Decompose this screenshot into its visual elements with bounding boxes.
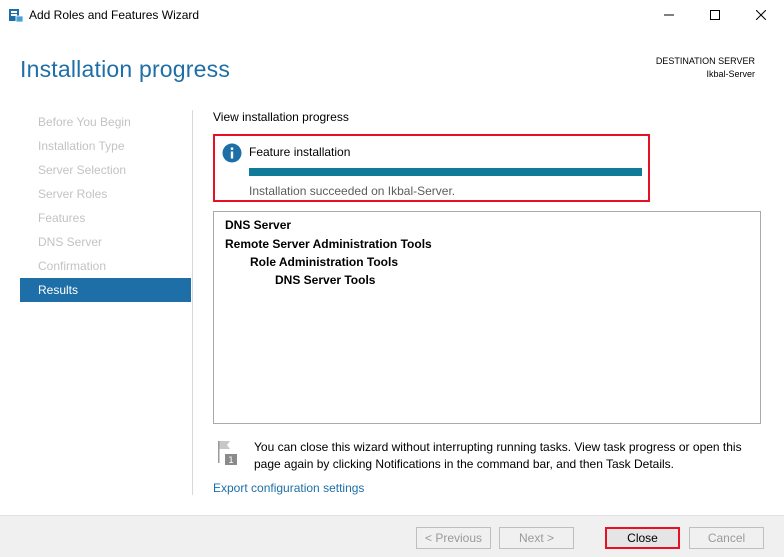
title-bar: Add Roles and Features Wizard — [0, 0, 784, 30]
nav-item-results[interactable]: Results — [20, 278, 191, 302]
result-item-role-admin-tools: Role Administration Tools — [250, 255, 399, 269]
window-close-button[interactable] — [738, 0, 784, 30]
svg-text:1: 1 — [228, 456, 234, 466]
feature-installation-label: Feature installation — [249, 145, 351, 159]
close-button[interactable]: Close — [605, 527, 680, 549]
window-title: Add Roles and Features Wizard — [29, 8, 200, 22]
nav-item-installation-type: Installation Type — [38, 139, 125, 153]
nav-divider — [192, 110, 193, 495]
previous-button[interactable]: < Previous — [416, 527, 491, 549]
notification-flag-icon: 1 — [218, 441, 237, 466]
close-wizard-notice: You can close this wizard without interr… — [254, 440, 742, 471]
export-configuration-link[interactable]: Export configuration settings — [213, 481, 364, 495]
result-item-dns-server-tools: DNS Server Tools — [275, 273, 376, 287]
page-title: Installation progress — [20, 56, 231, 82]
nav-item-server-selection: Server Selection — [38, 163, 127, 177]
result-item-dns-server: DNS Server — [225, 218, 292, 232]
nav-item-dns-server: DNS Server — [38, 235, 103, 249]
progress-panel: Feature installation Installation succee… — [213, 134, 650, 202]
cancel-button[interactable]: Cancel — [689, 527, 764, 549]
info-icon — [222, 143, 242, 163]
results-list[interactable]: DNS Server Remote Server Administration … — [213, 211, 761, 424]
progress-bar-fill — [249, 168, 642, 176]
maximize-button[interactable] — [692, 0, 738, 30]
minimize-button[interactable] — [646, 0, 692, 30]
result-item-rsat: Remote Server Administration Tools — [225, 237, 432, 251]
nav-item-before-you-begin: Before You Begin — [38, 115, 131, 129]
next-button[interactable]: Next > — [499, 527, 574, 549]
installation-status: Installation succeeded on Ikbal-Server. — [249, 184, 456, 198]
nav-item-confirmation: Confirmation — [38, 259, 107, 273]
close-icon — [756, 10, 766, 20]
wizard-nav: Before You Begin Installation Type Serve… — [20, 110, 191, 302]
minimize-icon — [664, 14, 674, 16]
section-label: View installation progress — [213, 110, 349, 124]
server-manager-icon — [9, 9, 24, 23]
destination-server-label: DESTINATION SERVER — [655, 56, 755, 66]
nav-item-features: Features — [38, 211, 86, 225]
nav-item-server-roles: Server Roles — [38, 187, 108, 201]
destination-server-value: Ikbal-Server — [706, 69, 755, 79]
wizard-footer: < Previous Next > Close Cancel — [0, 515, 784, 557]
progress-bar — [249, 168, 642, 176]
maximize-icon — [710, 10, 720, 20]
